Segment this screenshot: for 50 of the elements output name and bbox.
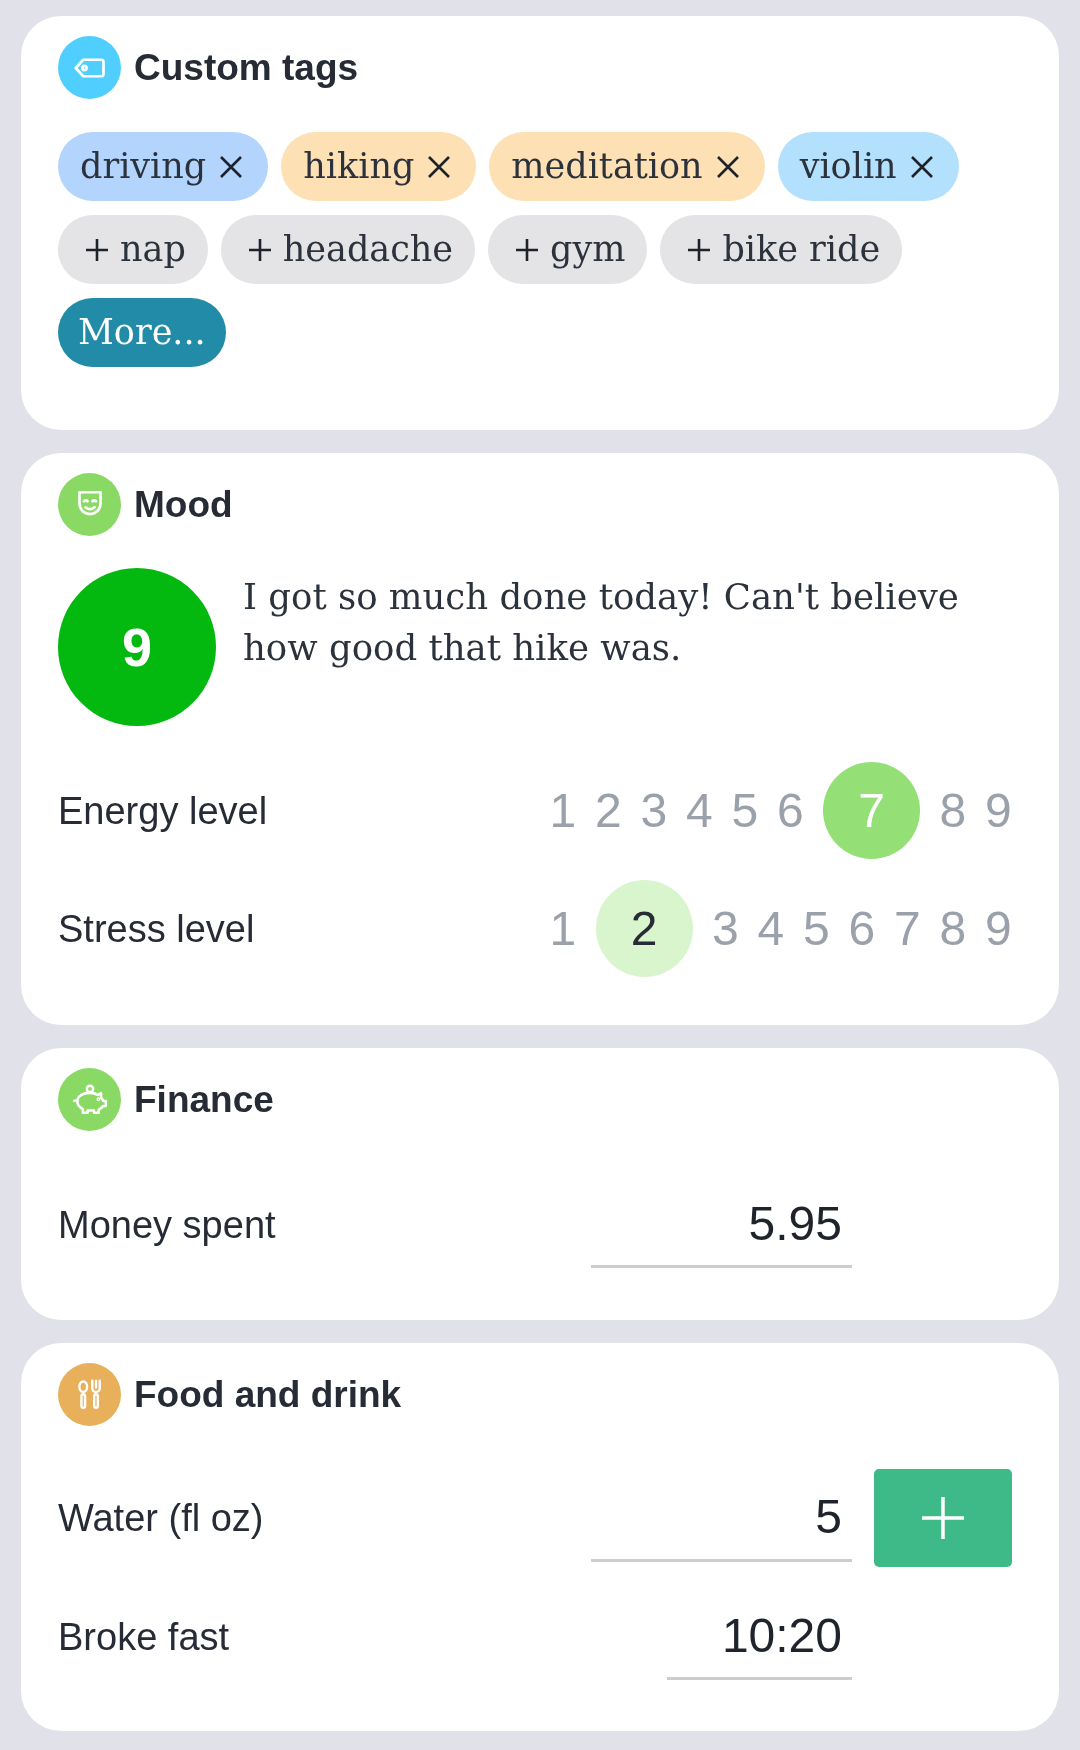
- plus-icon: [248, 238, 271, 261]
- rating-option[interactable]: 5: [722, 782, 768, 839]
- mood-note: I got so much done today! Can't believe how good that hike was.: [243, 575, 960, 670]
- scale-label: Energy level: [58, 791, 268, 830]
- tag-chip[interactable]: nap: [58, 215, 208, 284]
- field-label: Broke fast: [58, 1617, 230, 1656]
- rating-option[interactable]: 6: [839, 900, 885, 957]
- time-field[interactable]: 10:20: [667, 1593, 852, 1680]
- close-icon[interactable]: [910, 155, 933, 178]
- tag-chip[interactable]: bike ride: [660, 215, 903, 284]
- plus-icon: [516, 238, 539, 261]
- close-icon[interactable]: [428, 155, 451, 178]
- rating-option[interactable]: 3: [631, 782, 677, 839]
- rating-option[interactable]: 4: [748, 900, 794, 957]
- tag-chip[interactable]: hiking: [281, 132, 477, 201]
- rating-option[interactable]: 1: [540, 900, 586, 957]
- rating-option[interactable]: 9: [975, 900, 1021, 957]
- tag-chip[interactable]: meditation: [489, 132, 765, 201]
- rating-option[interactable]: 1: [540, 782, 586, 839]
- section-title: Food and drink: [134, 1376, 402, 1413]
- rating-option[interactable]: 6: [767, 782, 813, 839]
- tag-chip[interactable]: headache: [220, 215, 476, 284]
- tag-chip[interactable]: driving: [58, 132, 269, 201]
- tag-chip[interactable]: gym: [488, 215, 648, 284]
- section-title: Custom tags: [134, 49, 359, 86]
- tag-chip[interactable]: violin: [777, 132, 959, 201]
- more-button[interactable]: More...: [58, 298, 226, 367]
- plus-icon: [688, 238, 711, 261]
- plus-icon: [922, 1497, 964, 1539]
- rating-option[interactable]: 8: [930, 900, 976, 957]
- amount-field[interactable]: 5.95: [591, 1181, 852, 1268]
- rating-option[interactable]: 2: [585, 782, 631, 839]
- section-title: Mood: [134, 486, 233, 523]
- rating-option[interactable]: 3: [702, 900, 748, 957]
- close-icon[interactable]: [220, 155, 243, 178]
- mood-score: 9: [58, 568, 216, 726]
- rating-option[interactable]: 2: [595, 880, 693, 977]
- close-icon[interactable]: [716, 155, 739, 178]
- rating-option[interactable]: 4: [676, 782, 722, 839]
- scale-label: Stress level: [58, 909, 255, 948]
- rating-option[interactable]: 7: [884, 900, 930, 957]
- rating-option[interactable]: 7: [823, 762, 920, 859]
- field-label: Money spent: [58, 1205, 276, 1244]
- section-title: Finance: [134, 1081, 274, 1118]
- rating-option[interactable]: 8: [930, 782, 976, 839]
- rating-option[interactable]: 5: [793, 900, 839, 957]
- rating-option[interactable]: 9: [975, 782, 1021, 839]
- field-label: Water (fl oz): [58, 1499, 264, 1537]
- number-field[interactable]: 5: [591, 1474, 852, 1562]
- plus-icon: [86, 238, 108, 261]
